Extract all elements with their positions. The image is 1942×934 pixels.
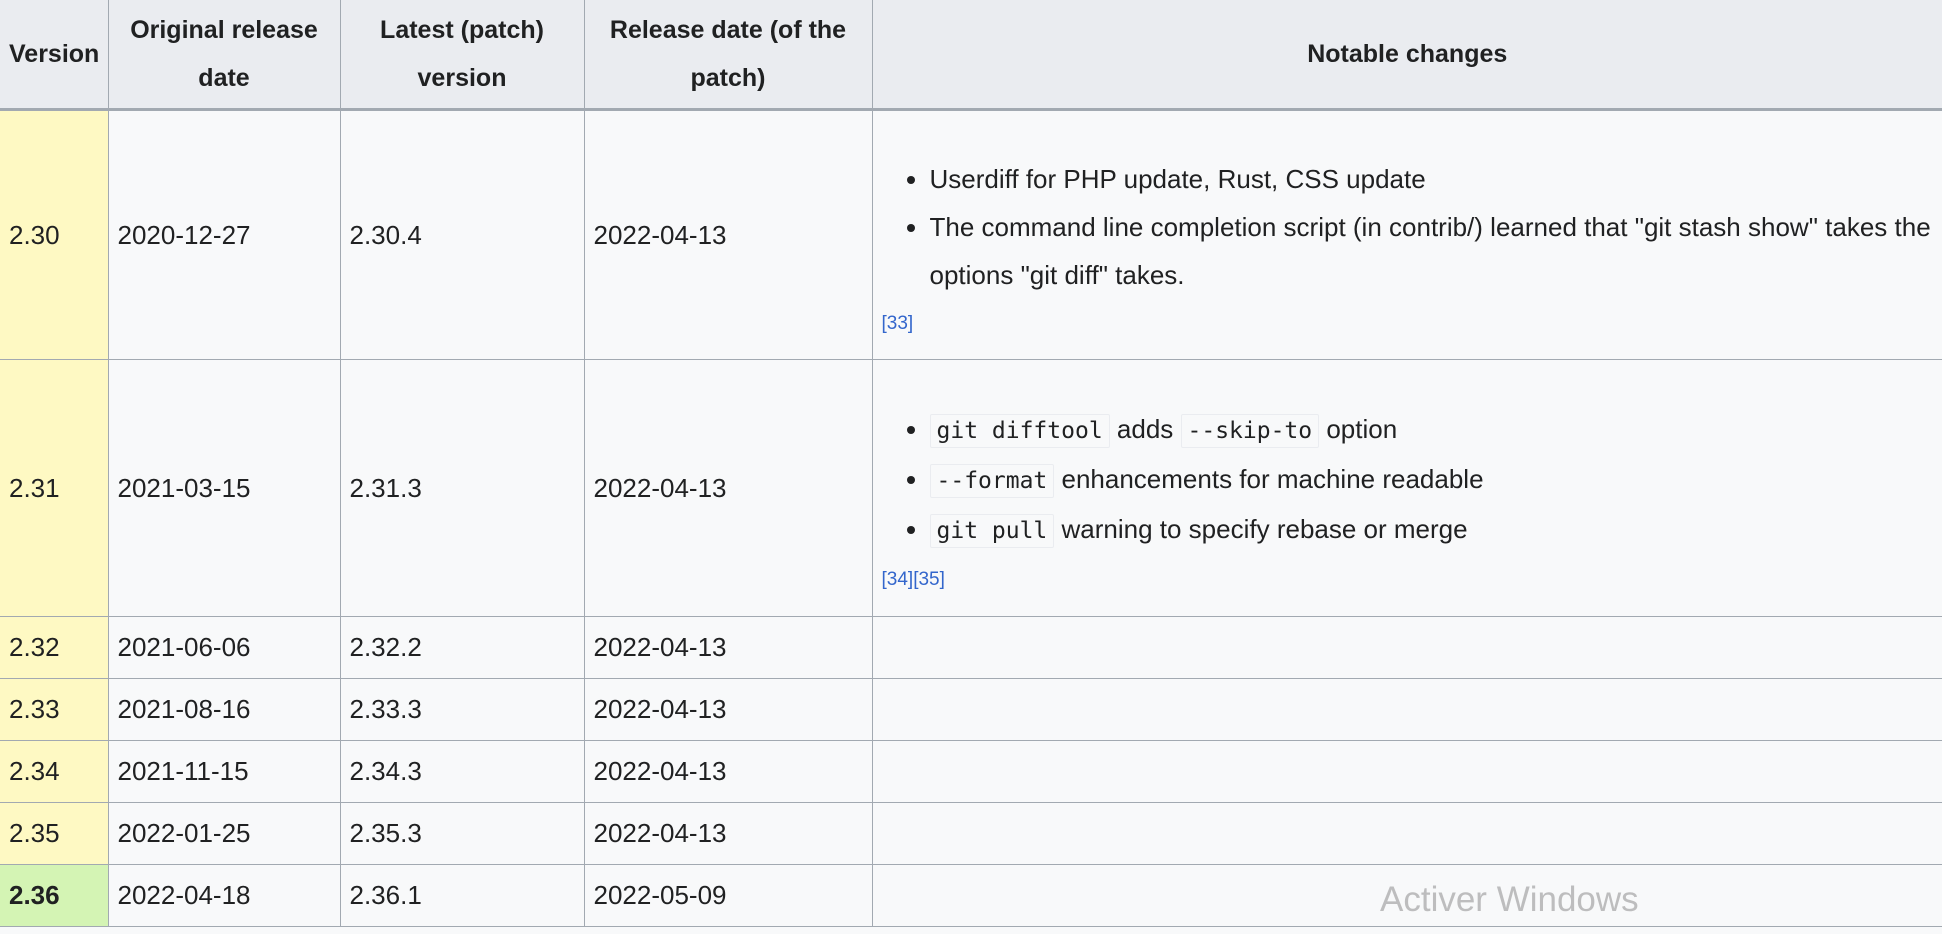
notable-changes-cell (871, 616, 1942, 679)
original-release-date-cell: 2021-11-15 (107, 740, 341, 803)
version-cell: 2.31 (0, 359, 109, 617)
notable-changes-cell (871, 864, 1942, 927)
list-item: Userdiff for PHP update, Rust, CSS updat… (930, 155, 1934, 203)
reference-link[interactable]: [33] (882, 313, 914, 334)
notable-changes-cell (871, 802, 1942, 865)
list-item: git difftool adds --skip-to option (929, 405, 1934, 455)
table-row: 2.33 2021-08-16 2.33.3 2022-04-13 (0, 678, 1942, 741)
latest-patch-version-cell: 2.35.3 (339, 802, 585, 865)
reference-link[interactable]: [34] (882, 569, 914, 590)
patch-release-date-cell: 2022-05-09 (583, 864, 873, 927)
list-item: The command line completion script (in c… (930, 203, 1934, 299)
code-snippet: git pull (929, 514, 1055, 548)
notable-changes-cell: git difftool adds --skip-to option --for… (871, 359, 1942, 617)
patch-release-date-cell: 2022-04-13 (583, 802, 873, 865)
version-cell: 2.30 (0, 109, 109, 360)
table-header: Version Original release date Latest (pa… (0, 0, 1942, 111)
version-cell-current: 2.36 (0, 864, 109, 927)
table-row: 2.36 2022-04-18 2.36.1 2022-05-09 (0, 864, 1942, 927)
latest-patch-version-cell: 2.32.2 (339, 616, 585, 679)
latest-patch-version-cell: 2.31.3 (339, 359, 585, 617)
patch-release-date-cell: 2022-04-13 (583, 359, 873, 617)
change-text: adds (1109, 414, 1181, 444)
reference-links: [34][35] (882, 569, 1934, 591)
header-row: Version Original release date Latest (pa… (0, 0, 1942, 111)
original-release-date-cell: 2022-04-18 (107, 864, 341, 927)
table-row: 2.35 2022-01-25 2.35.3 2022-04-13 (0, 802, 1942, 865)
change-text: option (1319, 414, 1398, 444)
table-row: 2.32 2021-06-06 2.32.2 2022-04-13 (0, 616, 1942, 679)
version-cell: 2.33 (0, 678, 109, 741)
table-row: 2.31 2021-03-15 2.31.3 2022-04-13 git di… (0, 359, 1942, 617)
latest-patch-version-cell: 2.36.1 (339, 864, 585, 927)
version-cell: 2.32 (0, 616, 109, 679)
patch-release-date-cell: 2022-04-13 (583, 740, 873, 803)
change-text: enhancements for machine readable (1054, 464, 1484, 494)
original-release-date-cell: 2021-06-06 (107, 616, 341, 679)
header-latest-patch-version[interactable]: Latest (patch) version (339, 0, 585, 111)
change-text: warning to specify rebase or merge (1054, 514, 1468, 544)
notable-changes-cell (871, 678, 1942, 741)
original-release-date-cell: 2022-01-25 (107, 802, 341, 865)
list-item: git pull warning to specify rebase or me… (929, 505, 1934, 555)
table-row: 2.30 2020-12-27 2.30.4 2022-04-13 Userdi… (0, 109, 1942, 360)
patch-release-date-cell: 2022-04-13 (583, 109, 873, 360)
release-history-table: Version Original release date Latest (pa… (0, 0, 1942, 927)
latest-patch-version-cell: 2.30.4 (339, 109, 585, 360)
latest-patch-version-cell: 2.34.3 (339, 740, 585, 803)
header-release-date-of-patch[interactable]: Release date (of the patch) (583, 0, 873, 111)
notable-changes-cell (871, 740, 1942, 803)
latest-patch-version-cell: 2.33.3 (339, 678, 585, 741)
notable-changes-cell: Userdiff for PHP update, Rust, CSS updat… (871, 109, 1942, 360)
version-cell: 2.35 (0, 802, 109, 865)
changes-list: Userdiff for PHP update, Rust, CSS updat… (882, 155, 1934, 299)
reference-link[interactable]: [35] (913, 569, 945, 590)
code-snippet: --skip-to (1180, 414, 1320, 448)
changes-list: git difftool adds --skip-to option --for… (882, 405, 1934, 555)
code-snippet: git difftool (929, 414, 1110, 448)
patch-release-date-cell: 2022-04-13 (583, 616, 873, 679)
original-release-date-cell: 2021-08-16 (107, 678, 341, 741)
original-release-date-cell: 2020-12-27 (107, 109, 341, 360)
reference-links: [33] (882, 313, 1934, 335)
version-cell: 2.34 (0, 740, 109, 803)
patch-release-date-cell: 2022-04-13 (583, 678, 873, 741)
table-row: 2.34 2021-11-15 2.34.3 2022-04-13 (0, 740, 1942, 803)
header-original-release-date[interactable]: Original release date (107, 0, 341, 111)
code-snippet: --format (929, 464, 1055, 498)
header-version[interactable]: Version (0, 0, 109, 111)
original-release-date-cell: 2021-03-15 (107, 359, 341, 617)
header-notable-changes: Notable changes (871, 0, 1942, 111)
list-item: --format enhancements for machine readab… (929, 455, 1934, 505)
